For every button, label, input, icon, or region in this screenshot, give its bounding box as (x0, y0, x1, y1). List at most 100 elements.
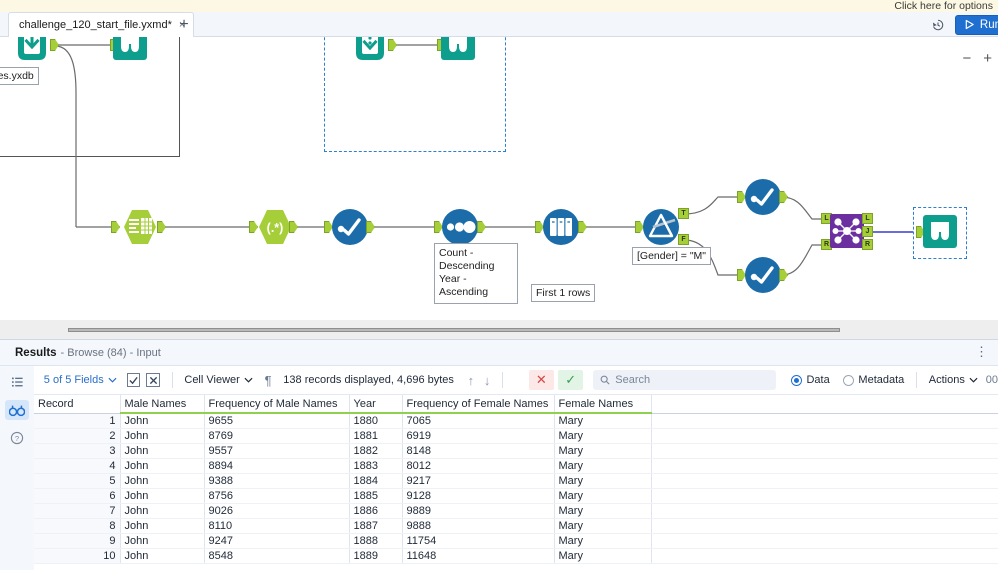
cell-female-names[interactable]: Mary (554, 413, 652, 429)
anchor-join-out-join[interactable]: J (862, 226, 873, 237)
tool-summarize[interactable] (120, 208, 160, 246)
workflow-tab-active[interactable]: challenge_120_start_file.yxmd* × (8, 12, 195, 37)
cell-female-names[interactable]: Mary (554, 458, 652, 474)
tool-formula-1[interactable] (330, 208, 370, 246)
cell-record[interactable]: 5 (34, 473, 121, 489)
cell-viewer-selector[interactable]: Cell Viewer (184, 374, 253, 386)
scroll-down-button[interactable]: ↓ (484, 373, 491, 388)
cell-male-names[interactable]: John (120, 518, 205, 534)
cell-female-names[interactable]: Mary (554, 488, 652, 504)
cell-frequency-male[interactable]: 9655 (204, 413, 350, 429)
table-row[interactable]: 7 John 9026 1886 9889 Mary (34, 503, 998, 519)
cell-male-names[interactable]: John (120, 533, 205, 549)
cell-year[interactable]: 1888 (349, 533, 403, 549)
zoom-in-button[interactable]: + (983, 51, 992, 66)
cell-frequency-female[interactable]: 9888 (402, 518, 555, 534)
column-header-frequency-male[interactable]: Frequency of Male Names (204, 395, 350, 414)
fields-selector[interactable]: 5 of 5 Fields (44, 374, 117, 386)
table-row[interactable]: 4 John 8894 1883 8012 Mary (34, 458, 998, 474)
table-row[interactable]: 2 John 8769 1881 6919 Mary (34, 428, 998, 444)
cell-year[interactable]: 1883 (349, 458, 403, 474)
actions-menu[interactable]: Actions (929, 374, 978, 386)
cell-frequency-female[interactable]: 8012 (402, 458, 555, 474)
cell-frequency-female[interactable]: 9217 (402, 473, 555, 489)
metadata-radio-option[interactable]: Metadata (843, 374, 904, 386)
cell-frequency-male[interactable]: 8894 (204, 458, 350, 474)
select-all-fields-button[interactable] (126, 373, 141, 387)
cell-year[interactable]: 1889 (349, 548, 403, 564)
cell-frequency-female[interactable]: 9128 (402, 488, 555, 504)
cell-record[interactable]: 3 (34, 443, 121, 459)
cell-record[interactable]: 2 (34, 428, 121, 444)
cell-frequency-female[interactable]: 7065 (402, 413, 555, 429)
cell-frequency-female[interactable]: 8148 (402, 443, 555, 459)
cell-frequency-male[interactable]: 9388 (204, 473, 350, 489)
cell-frequency-female[interactable]: 6919 (402, 428, 555, 444)
cell-record[interactable]: 6 (34, 488, 121, 504)
cell-year[interactable]: 1880 (349, 413, 403, 429)
splitter-handle[interactable] (68, 328, 840, 332)
cell-record[interactable]: 1 (34, 413, 121, 429)
cell-frequency-female[interactable]: 11754 (402, 533, 555, 549)
anchor-join-out-left[interactable]: L (862, 213, 873, 224)
results-table-container[interactable]: Record Male Names Frequency of Male Name… (34, 395, 998, 570)
tool-formula-false[interactable] (743, 256, 783, 294)
cell-male-names[interactable]: John (120, 428, 205, 444)
cell-frequency-male[interactable]: 9026 (204, 503, 350, 519)
search-input[interactable]: Search (593, 370, 776, 390)
table-row[interactable]: 8 John 8110 1887 9888 Mary (34, 518, 998, 534)
cell-frequency-female[interactable]: 9889 (402, 503, 555, 519)
cell-frequency-male[interactable]: 9247 (204, 533, 350, 549)
cell-record[interactable]: 4 (34, 458, 121, 474)
cell-year[interactable]: 1886 (349, 503, 403, 519)
cell-year[interactable]: 1887 (349, 518, 403, 534)
cell-record[interactable]: 9 (34, 533, 121, 549)
cell-female-names[interactable]: Mary (554, 473, 652, 489)
cell-female-names[interactable]: Mary (554, 548, 652, 564)
cell-frequency-male[interactable]: 8756 (204, 488, 350, 504)
zoom-out-button[interactable]: − (962, 51, 971, 66)
browse-icon[interactable] (5, 400, 29, 420)
anchor-join-out-right[interactable]: R (862, 239, 873, 250)
cell-frequency-male[interactable]: 8110 (204, 518, 350, 534)
cell-female-names[interactable]: Mary (554, 443, 652, 459)
new-tab-button[interactable]: + (170, 12, 198, 37)
cell-female-names[interactable]: Mary (554, 533, 652, 549)
table-row[interactable]: 3 John 9557 1882 8148 Mary (34, 443, 998, 459)
cell-male-names[interactable]: John (120, 443, 205, 459)
results-overflow-menu[interactable]: ⋮ (975, 345, 988, 359)
tool-browse-output[interactable] (920, 214, 960, 252)
cell-frequency-female[interactable]: 11648 (402, 548, 555, 564)
table-row[interactable]: 1 John 9655 1880 7065 Mary (34, 413, 998, 429)
deselect-all-fields-button[interactable] (146, 373, 160, 387)
cell-male-names[interactable]: John (120, 473, 205, 489)
table-row[interactable]: 6 John 8756 1885 9128 Mary (34, 488, 998, 504)
cell-year[interactable]: 1882 (349, 443, 403, 459)
cell-frequency-male[interactable]: 8769 (204, 428, 350, 444)
workflow-canvas[interactable]: − + es.yxdb (.*) Count - Descending Year… (0, 37, 998, 319)
scroll-up-button[interactable]: ↑ (468, 373, 475, 388)
cell-record[interactable]: 7 (34, 503, 121, 519)
cell-frequency-male[interactable]: 9557 (204, 443, 350, 459)
tool-browse-top-left[interactable] (110, 37, 150, 65)
cell-frequency-male[interactable]: 8548 (204, 548, 350, 564)
cell-year[interactable]: 1884 (349, 473, 403, 489)
tool-sort[interactable] (440, 208, 480, 246)
metadata-radio[interactable] (843, 374, 855, 386)
cancel-button[interactable]: ✕ (528, 370, 555, 390)
tool-sample[interactable] (541, 208, 581, 246)
cell-record[interactable]: 10 (34, 548, 121, 564)
cell-female-names[interactable]: Mary (554, 503, 652, 519)
table-row[interactable]: 9 John 9247 1888 11754 Mary (34, 533, 998, 549)
cell-year[interactable]: 1881 (349, 428, 403, 444)
data-radio-option[interactable]: Data (791, 374, 830, 386)
data-radio[interactable] (791, 374, 803, 386)
tool-text-input[interactable] (350, 37, 390, 65)
run-button[interactable]: Run (954, 14, 998, 35)
column-header-female-names[interactable]: Female Names (554, 395, 652, 414)
column-header-male-names[interactable]: Male Names (120, 395, 205, 414)
cell-male-names[interactable]: John (120, 548, 205, 564)
table-row[interactable]: 5 John 9388 1884 9217 Mary (34, 473, 998, 489)
cell-year[interactable]: 1885 (349, 488, 403, 504)
table-row[interactable]: 10 John 8548 1889 11648 Mary (34, 548, 998, 564)
